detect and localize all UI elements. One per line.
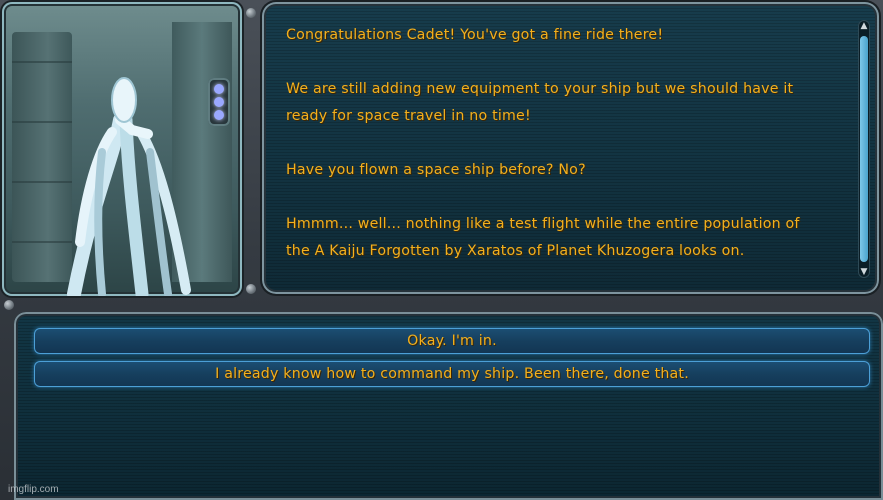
scroll-down-icon[interactable]: ▼: [858, 267, 870, 277]
npc-portrait: [2, 2, 242, 296]
bolt-icon: [246, 284, 256, 294]
dialog-line: Hmmm... well... nothing like a test flig…: [286, 216, 800, 232]
dialog-scrollbar[interactable]: ▲ ▼: [858, 20, 870, 278]
dialog-line: ready for space travel in no time!: [286, 108, 531, 124]
dialog-text: Congratulations Cadet! You've got a fine…: [286, 22, 846, 265]
dialog-line: We are still adding new equipment to you…: [286, 81, 794, 97]
response-option-already-know[interactable]: I already know how to command my ship. B…: [34, 361, 870, 387]
npc-character-image: [12, 61, 191, 296]
wall-indicator-lights: [208, 78, 230, 126]
scroll-thumb[interactable]: [860, 36, 868, 262]
response-panel: Okay. I'm in. I already know how to comm…: [14, 312, 883, 500]
response-option-okay[interactable]: Okay. I'm in.: [34, 328, 870, 354]
dialog-line: the A Kaiju Forgotten by Xaratos of Plan…: [286, 243, 745, 259]
watermark: imgflip.com: [8, 484, 59, 495]
bolt-icon: [4, 300, 14, 310]
dialog-line: Have you flown a space ship before? No?: [286, 162, 586, 178]
scroll-up-icon[interactable]: ▲: [858, 21, 870, 31]
dialog-line: Congratulations Cadet! You've got a fine…: [286, 27, 664, 43]
dialog-box: Congratulations Cadet! You've got a fine…: [262, 2, 879, 294]
bolt-icon: [246, 8, 256, 18]
